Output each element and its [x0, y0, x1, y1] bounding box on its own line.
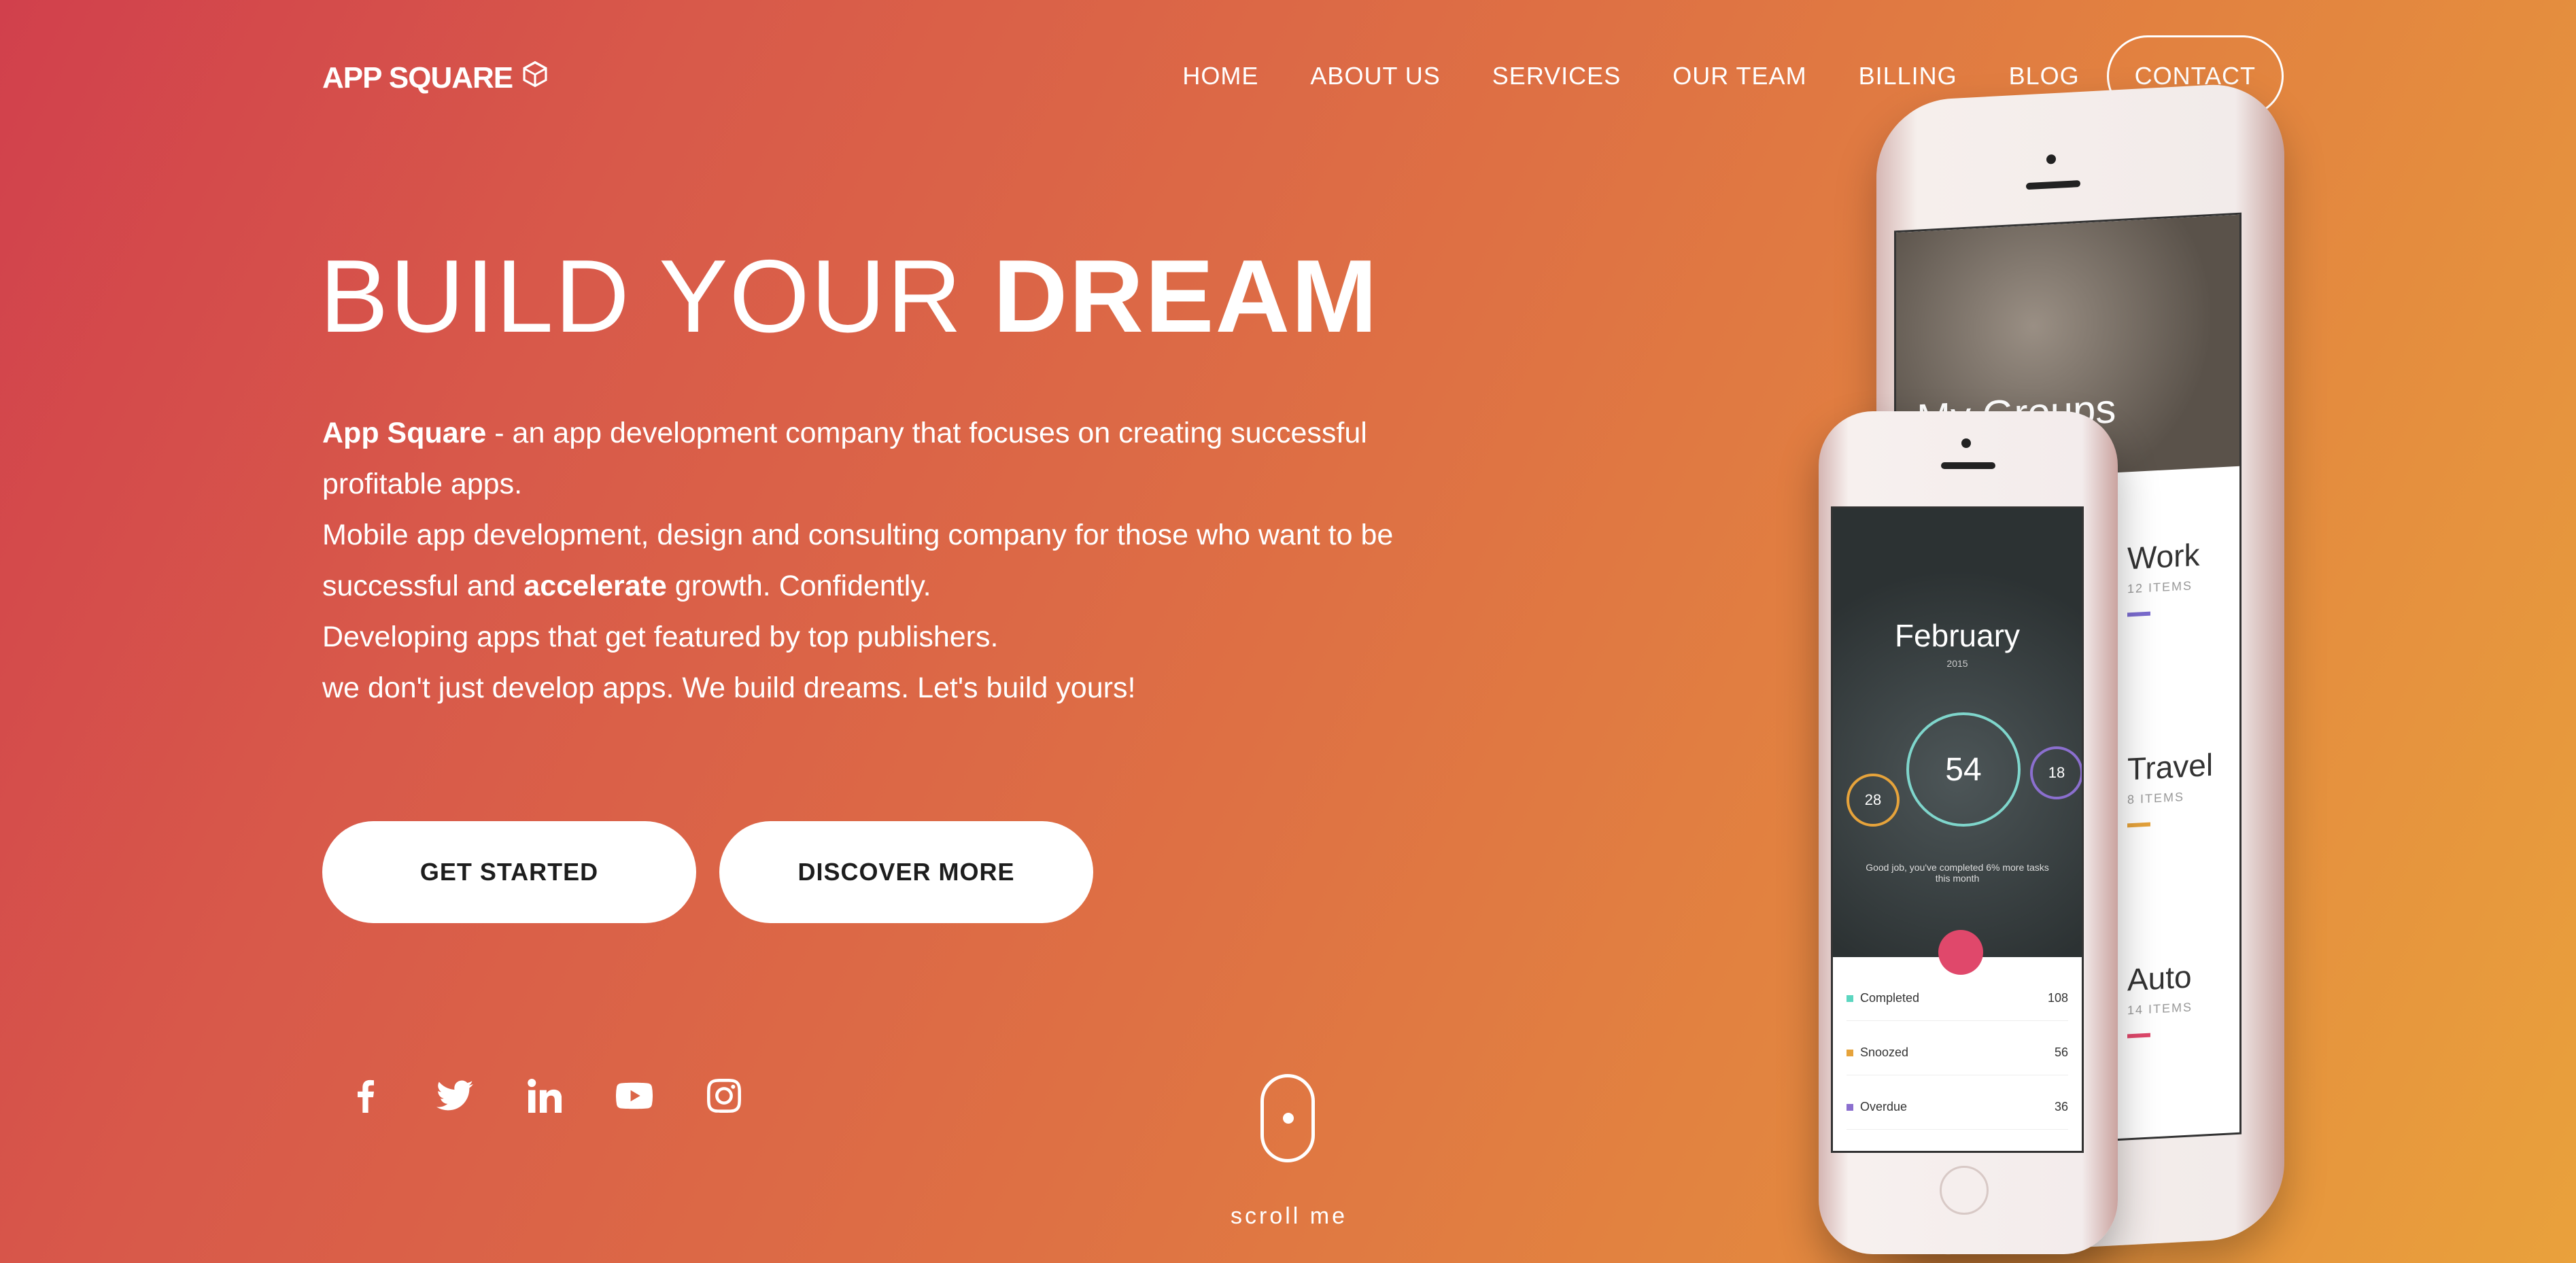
front-screen: February 2015 54 28 18 Good job, you've … — [1831, 506, 2084, 1153]
stat-row-completed: Completed 108 — [1847, 991, 2068, 1021]
nav-about-us[interactable]: ABOUT US — [1310, 62, 1440, 90]
brand-name: APP SQUARE — [322, 60, 513, 94]
desc-brand: App Square — [322, 417, 487, 449]
group-count: 14 ITEMS — [2127, 1000, 2193, 1018]
nav-blog[interactable]: BLOG — [2009, 62, 2080, 90]
phone-camera — [1961, 438, 1971, 448]
swatch — [1847, 1050, 1853, 1056]
brand-logo[interactable]: APP SQUARE — [322, 60, 549, 96]
desc-line-2-b: growth. Confidently. — [666, 570, 931, 602]
desc-line-2: Mobile app development, design and consu… — [322, 510, 1464, 612]
stat-label: Snoozed — [1860, 1045, 1909, 1059]
cube-icon — [521, 60, 549, 96]
twitter-icon[interactable] — [436, 1077, 473, 1114]
stats-message: Good job, you've completed 6% more tasks… — [1866, 862, 2049, 884]
get-started-button[interactable]: GET STARTED — [322, 821, 696, 923]
swatch — [1847, 995, 1853, 1002]
social-links — [347, 1077, 742, 1114]
linkedin-icon[interactable] — [526, 1077, 563, 1114]
stat-label: Overdue — [1860, 1100, 1908, 1113]
phone-camera — [2046, 154, 2056, 165]
desc-line-1: App Square - an app development company … — [322, 408, 1464, 510]
scroll-mouse-icon[interactable] — [1260, 1074, 1315, 1162]
phone-speaker — [1941, 462, 1995, 469]
phone-mockup-front: February 2015 54 28 18 Good job, you've … — [1819, 411, 2118, 1254]
instagram-icon[interactable] — [706, 1077, 742, 1114]
stat-value: 56 — [2054, 1045, 2068, 1059]
group-auto: Auto 14 ITEMS — [2127, 954, 2242, 1039]
swatch — [1847, 1104, 1853, 1111]
nav-billing[interactable]: BILLING — [1859, 62, 1957, 90]
hero-title-bold: DREAM — [993, 239, 1379, 354]
month-label: February — [1894, 618, 2021, 653]
group-count: 12 ITEMS — [2127, 578, 2193, 596]
scroll-dot — [1283, 1113, 1294, 1124]
group-name: Travel — [2127, 746, 2214, 787]
stat-row-snoozed: Snoozed 56 — [1847, 1045, 2068, 1075]
group-work: Work 12 ITEMS — [2127, 533, 2242, 617]
group-name: Work — [2127, 536, 2200, 576]
group-color-bar — [2127, 611, 2150, 617]
discover-more-button[interactable]: DISCOVER MORE — [719, 821, 1093, 923]
stats-header-photo: February 2015 54 28 18 Good job, you've … — [1833, 508, 2082, 975]
hero-description: App Square - an app development company … — [322, 408, 1464, 714]
phone-speaker — [2026, 180, 2080, 190]
nav-our-team[interactable]: OUR TEAM — [1672, 62, 1806, 90]
hero-title-light: BUILD YOUR — [320, 239, 993, 354]
desc-line-4: we don't just develop apps. We build dre… — [322, 672, 1136, 704]
stat-label: Completed — [1860, 991, 1920, 1005]
stat-value: 36 — [2054, 1100, 2068, 1113]
group-count: 8 ITEMS — [2127, 789, 2185, 807]
stat-value: 108 — [2047, 991, 2068, 1005]
desc-accelerate: accelerate — [523, 570, 667, 602]
group-name: Auto — [2127, 958, 2192, 998]
desc-line-3: Developing apps that get featured by top… — [322, 621, 999, 653]
nav-services[interactable]: SERVICES — [1492, 62, 1621, 90]
year-label: 2015 — [1946, 658, 1968, 669]
nav-home[interactable]: HOME — [1182, 62, 1258, 90]
progress-ring-main: 54 — [1906, 712, 2021, 827]
group-color-bar — [2127, 1033, 2150, 1039]
stat-row-overdue: Overdue 36 — [1847, 1100, 2068, 1130]
facebook-icon[interactable] — [347, 1077, 383, 1114]
progress-ring-left: 28 — [1847, 774, 1900, 827]
group-color-bar — [2127, 822, 2150, 828]
group-travel: Travel 8 ITEMS — [2127, 744, 2242, 828]
home-button-icon — [1940, 1166, 1989, 1215]
chart-fab-icon — [1938, 930, 1983, 975]
youtube-icon[interactable] — [616, 1077, 653, 1114]
scroll-label: scroll me — [1231, 1203, 1348, 1229]
progress-ring-right: 18 — [2030, 746, 2082, 799]
hero-title: BUILD YOUR DREAM — [320, 245, 1379, 348]
